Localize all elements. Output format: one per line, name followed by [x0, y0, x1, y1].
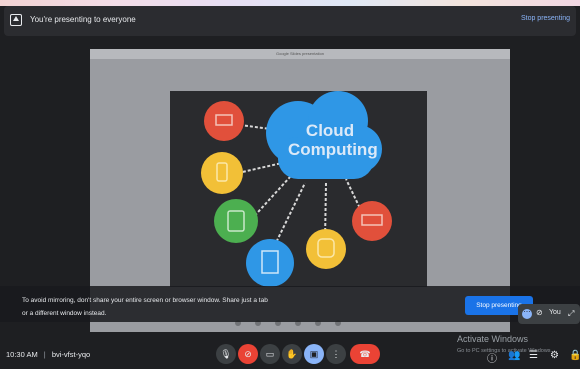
present-button[interactable]: ▣ — [304, 344, 324, 364]
end-call-icon: ☎ — [359, 349, 371, 359]
mirror-warning-line1: To avoid mirroring, don't share your ent… — [22, 297, 268, 304]
present-icon — [10, 14, 22, 26]
chat-icon[interactable]: ☰ — [529, 350, 538, 361]
expand-icon[interactable]: ⤢ — [568, 309, 574, 319]
meeting-info: 10:30 AM | bvi-vfst-yqo — [6, 350, 90, 359]
browser-title: Google Slides presentation — [90, 49, 510, 59]
meeting-separator: | — [43, 350, 46, 359]
laptop-node-icon — [204, 101, 244, 141]
captions-button[interactable]: ▭ — [260, 344, 280, 364]
raise-hand-button[interactable]: ✋ — [282, 344, 302, 364]
activate-windows-title: Activate Windows — [457, 334, 529, 344]
phone-node-icon — [201, 152, 243, 194]
more-options-icon: ⋮ — [331, 349, 341, 359]
meeting-time: 10:30 AM — [6, 350, 38, 359]
present-icon: ▣ — [309, 349, 319, 359]
more-options-button[interactable]: ⋮ — [326, 344, 346, 364]
mirror-warning-text: To avoid mirroring, don't share your ent… — [22, 294, 412, 320]
presenting-text: You're presenting to everyone — [30, 15, 136, 24]
camera-off-icon: ⊘ — [244, 349, 252, 359]
slide-title-line1: Cloud — [305, 121, 355, 140]
end-call-button[interactable]: ☎ — [350, 344, 380, 364]
self-view-label: You — [549, 309, 561, 316]
presenting-banner: You're presenting to everyone Stop prese… — [4, 6, 576, 36]
people-icon[interactable]: 👥 — [508, 350, 520, 361]
info-icon[interactable]: ⓘ — [487, 350, 497, 365]
more-options-icon[interactable]: ⋯ — [522, 309, 532, 319]
database-node-icon — [306, 229, 346, 269]
mic-icon: 🎙 — [220, 349, 232, 359]
network-node-icon — [352, 201, 392, 241]
slide-canvas: Cloud Computing — [170, 91, 427, 287]
connector-line — [237, 162, 283, 174]
mirror-warning-line2: or a different window instead. — [22, 310, 107, 317]
stop-presenting-link[interactable]: Stop presenting — [521, 15, 570, 22]
raise-hand-icon: ✋ — [286, 349, 298, 359]
host-controls-icon[interactable]: 🔒 — [569, 350, 580, 361]
captions-icon: ▭ — [265, 349, 275, 359]
tablet-node-icon — [214, 199, 258, 243]
slide-title: Cloud Computing — [288, 121, 378, 159]
mic-button[interactable]: 🎙 — [216, 344, 236, 364]
camera-button[interactable]: ⊘ — [238, 344, 258, 364]
activities-icon[interactable]: ⚙ — [550, 350, 559, 361]
meeting-code: bvi-vfst-yqo — [51, 350, 91, 359]
server-node-icon — [246, 239, 294, 287]
slide-title-line2: Computing — [288, 140, 378, 159]
camera-off-icon: ⊘ — [536, 308, 543, 317]
